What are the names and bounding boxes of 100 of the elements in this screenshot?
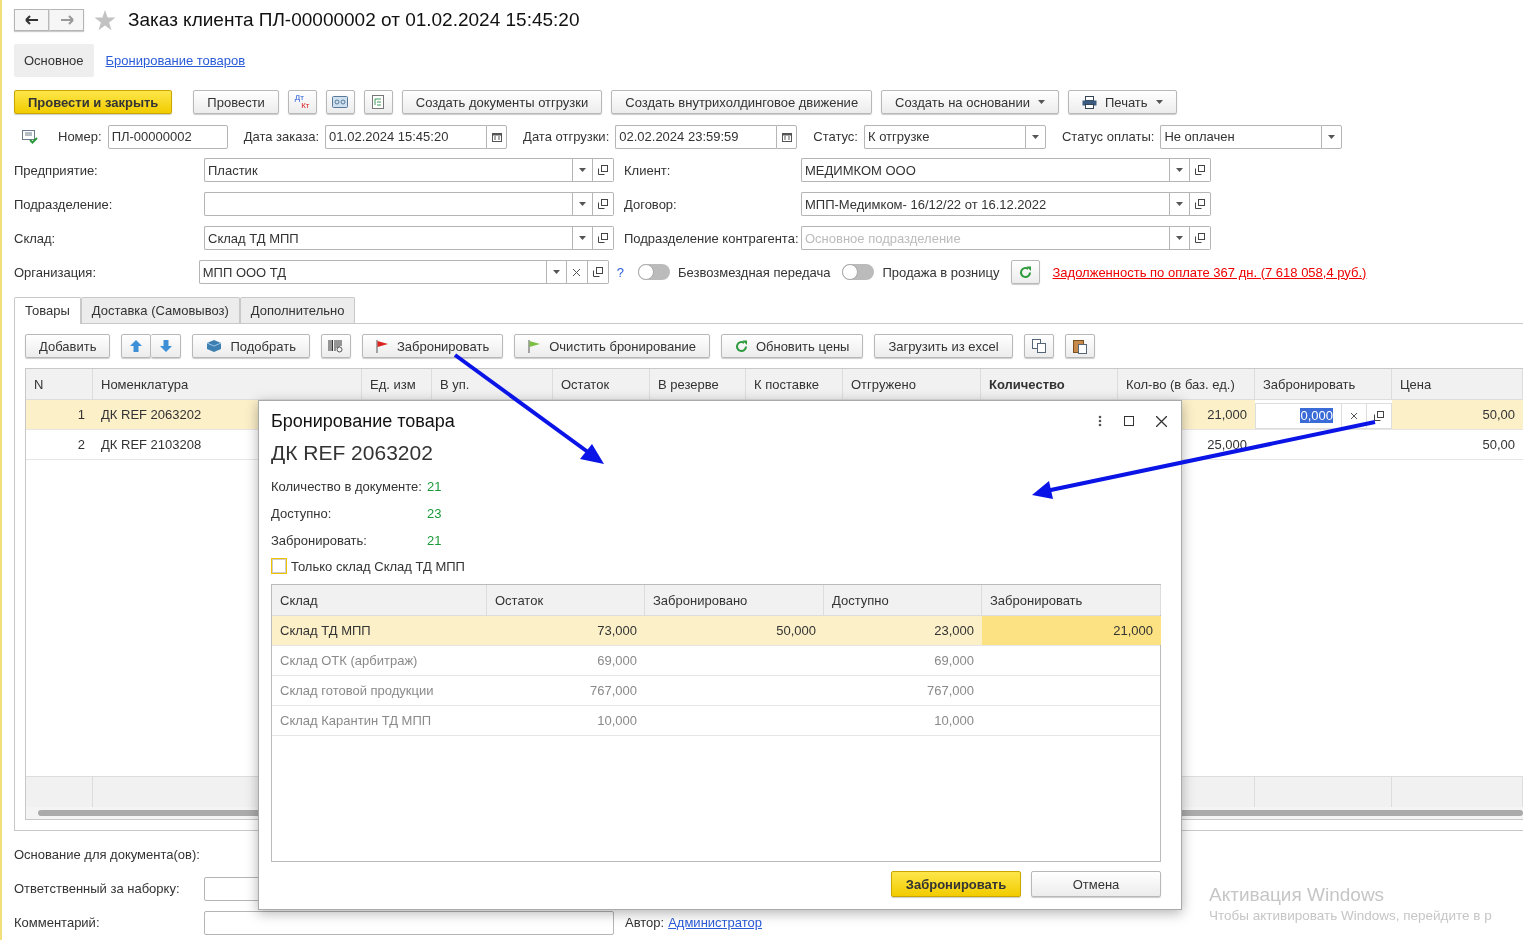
open-button[interactable] bbox=[593, 192, 614, 216]
calendar-button[interactable] bbox=[776, 124, 798, 149]
input-field[interactable] bbox=[204, 910, 614, 935]
toggle-switch[interactable] bbox=[638, 264, 670, 280]
clear-button[interactable] bbox=[566, 260, 588, 284]
column-header[interactable]: Склад bbox=[272, 585, 487, 615]
close-icon[interactable] bbox=[1156, 415, 1167, 427]
tab[interactable]: Дополнительно bbox=[239, 297, 356, 323]
pick-button[interactable]: Подобрать bbox=[192, 334, 310, 358]
dropdown-button[interactable] bbox=[572, 226, 593, 250]
column-header[interactable]: Цена bbox=[1392, 369, 1523, 399]
column-header[interactable]: N bbox=[26, 369, 93, 399]
column-header[interactable]: Доступно bbox=[824, 585, 982, 615]
debt-link[interactable]: Задолженность по оплате 367 дн. (7 618 058,4 руб.) bbox=[1052, 264, 1367, 280]
more-icon[interactable] bbox=[1098, 415, 1102, 427]
dropdown-button[interactable] bbox=[572, 192, 593, 216]
input-field[interactable]: Склад ТД МПП bbox=[204, 226, 572, 250]
select-field[interactable]: Не оплачен bbox=[1160, 124, 1322, 149]
field-label: Клиент: bbox=[624, 162, 672, 178]
dropdown-button[interactable] bbox=[1321, 124, 1343, 149]
paste-button[interactable] bbox=[1064, 334, 1095, 358]
column-header[interactable]: Забронировать bbox=[1255, 369, 1392, 399]
input-field[interactable]: ПЛ-00000002 bbox=[107, 124, 228, 149]
clear-button[interactable] bbox=[1342, 402, 1367, 429]
document-icon bbox=[372, 95, 385, 109]
column-header[interactable]: Забронировано bbox=[645, 585, 824, 615]
cancel-button[interactable]: Отмена bbox=[1031, 871, 1161, 897]
toolbar-button[interactable]: Загрузить из excel bbox=[874, 334, 1013, 358]
dropdown-button[interactable] bbox=[572, 158, 593, 182]
maximize-icon[interactable] bbox=[1124, 416, 1134, 426]
dropdown-button[interactable] bbox=[1169, 226, 1190, 250]
table-cell: 1 bbox=[77, 407, 85, 422]
star-icon[interactable] bbox=[94, 9, 116, 31]
open-button[interactable] bbox=[1190, 192, 1211, 216]
clear-reserve-button[interactable]: Очистить бронирование bbox=[514, 334, 710, 358]
tab[interactable]: Товары bbox=[14, 297, 81, 324]
open-button[interactable] bbox=[593, 158, 614, 182]
table-cell-text: 767,000 bbox=[926, 682, 975, 700]
column-header[interactable]: Ед. изм bbox=[362, 369, 432, 399]
print-button[interactable]: Печать bbox=[1068, 90, 1177, 114]
input-field[interactable]: МПП ООО ТД bbox=[198, 260, 546, 284]
dropdown-button[interactable] bbox=[1024, 124, 1046, 149]
command-button[interactable]: Провести bbox=[193, 90, 279, 114]
dropdown-button[interactable] bbox=[1169, 192, 1190, 216]
input-field[interactable]: 0,000 bbox=[1255, 402, 1342, 429]
move-up-button[interactable] bbox=[121, 334, 152, 358]
author-link[interactable]: Администратор bbox=[668, 915, 762, 930]
input-field[interactable]: Пластик bbox=[204, 158, 572, 182]
open-button[interactable] bbox=[1190, 158, 1211, 182]
table-cell-text: 10,000 bbox=[596, 712, 638, 730]
column-header[interactable]: К поставке bbox=[746, 369, 843, 399]
toggle-switch[interactable] bbox=[842, 264, 875, 280]
toolbar-button[interactable] bbox=[325, 90, 355, 114]
toolbar-button[interactable] bbox=[363, 90, 393, 114]
update-prices-button[interactable]: Обновить цены bbox=[720, 334, 864, 358]
column-header[interactable]: Остаток bbox=[553, 369, 650, 399]
table-cell-text: 10,000 bbox=[933, 712, 975, 730]
column-header[interactable]: Кол-во (в баз. ед.) bbox=[1118, 369, 1255, 399]
column-header[interactable]: В уп. bbox=[432, 369, 553, 399]
section-tab[interactable]: Бронирование товаров bbox=[105, 43, 246, 77]
column-header[interactable]: Остаток bbox=[487, 585, 645, 615]
open-button[interactable] bbox=[593, 226, 614, 250]
help-link[interactable]: ? bbox=[616, 264, 624, 280]
input-field[interactable]: МПП-Медимком- 16/12/22 от 16.12.2022 bbox=[801, 192, 1169, 216]
dt-kt-button[interactable]: Дт Кт bbox=[287, 90, 317, 114]
move-down-button[interactable] bbox=[151, 334, 182, 358]
date-field[interactable]: 01.02.2024 15:45:20 bbox=[325, 124, 487, 149]
command-button[interactable]: Создать внутрихолдинговое движение bbox=[611, 90, 873, 114]
toolbar-button[interactable]: Добавить bbox=[25, 334, 111, 358]
section-tab[interactable]: Основное bbox=[14, 43, 94, 77]
reserve-button[interactable]: Забронировать bbox=[361, 334, 504, 358]
refresh-button[interactable] bbox=[1011, 260, 1041, 284]
caret-icon bbox=[579, 202, 586, 206]
dropdown-button[interactable] bbox=[545, 260, 567, 284]
tab[interactable]: Доставка (Самовывоз) bbox=[80, 297, 240, 323]
create-based-on-button[interactable]: Создать на основании bbox=[881, 90, 1059, 114]
dropdown-button[interactable] bbox=[1169, 158, 1190, 182]
calendar-button[interactable] bbox=[486, 124, 508, 149]
checkbox[interactable] bbox=[271, 558, 287, 574]
table-cell-text: Склад готовой продукции bbox=[279, 682, 435, 700]
post-and-close-button[interactable]: Провести и закрыть bbox=[14, 90, 173, 114]
open-button[interactable] bbox=[1190, 226, 1211, 250]
open-button[interactable] bbox=[587, 260, 609, 284]
column-header[interactable]: Номенклатура bbox=[93, 369, 362, 399]
close-icon bbox=[573, 268, 581, 276]
column-header[interactable]: Отгружено bbox=[843, 369, 981, 399]
column-header[interactable]: Количество bbox=[981, 369, 1118, 399]
reserve-button[interactable]: Забронировать bbox=[891, 871, 1021, 897]
input-field[interactable]: МЕДИМКОМ ООО bbox=[801, 158, 1169, 182]
command-button[interactable]: Создать документы отгрузки bbox=[401, 90, 603, 114]
date-field[interactable]: 02.02.2024 23:59:59 bbox=[615, 124, 777, 149]
barcode-button[interactable] bbox=[320, 334, 351, 358]
back-button[interactable] bbox=[14, 9, 49, 31]
column-header[interactable]: В резерве bbox=[650, 369, 746, 399]
column-header[interactable]: Забронировать bbox=[982, 585, 1161, 615]
open-icon bbox=[598, 199, 608, 209]
input-field[interactable] bbox=[204, 192, 572, 216]
copy-button[interactable] bbox=[1023, 334, 1054, 358]
select-field[interactable]: К отгрузке bbox=[863, 124, 1025, 149]
table-cell: 73,000 bbox=[487, 616, 645, 645]
